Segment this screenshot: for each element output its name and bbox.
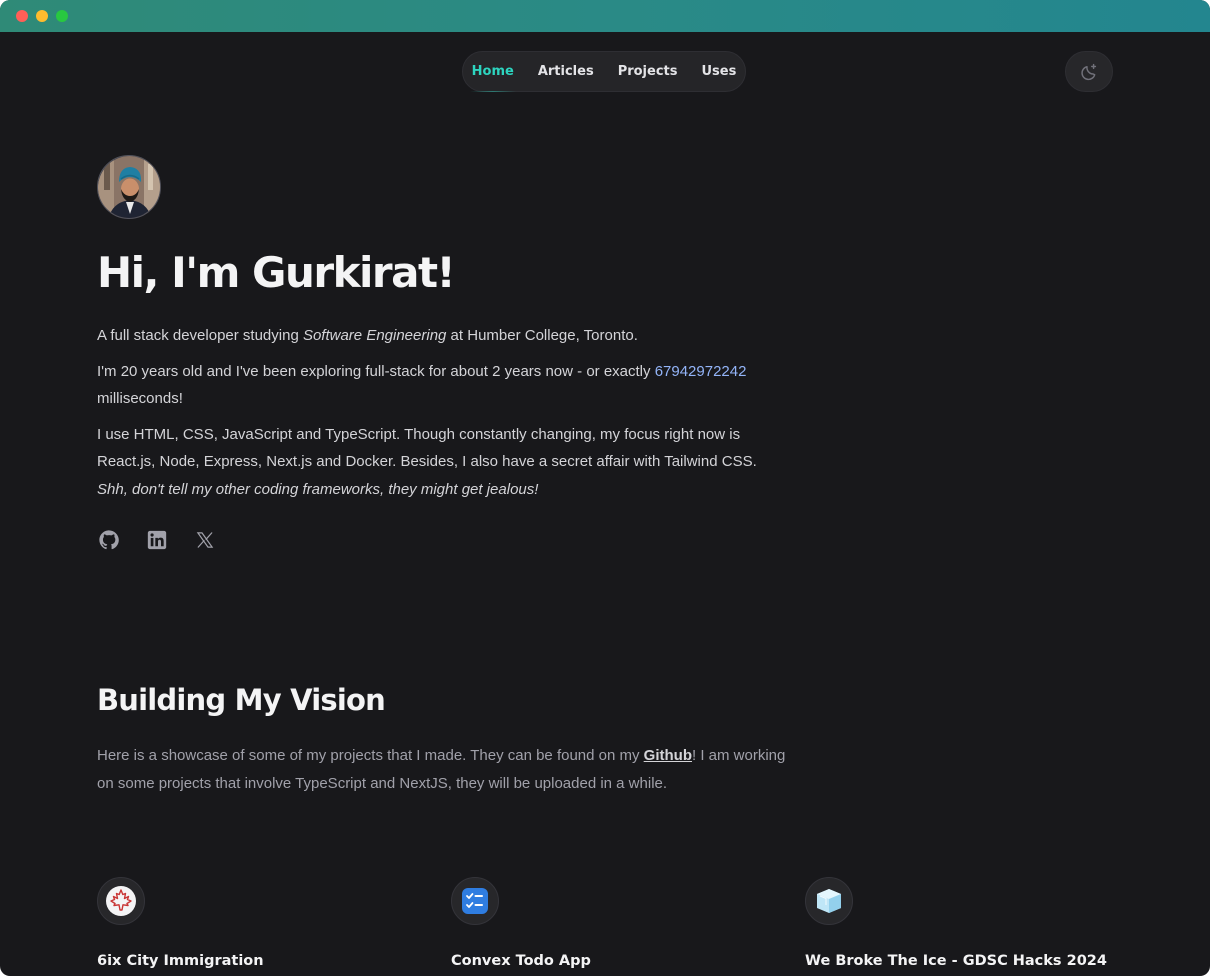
moon-sparkle-icon <box>1081 63 1097 80</box>
age-text: milliseconds! <box>97 390 183 407</box>
nav-item-home[interactable]: Home <box>460 51 526 92</box>
intro-paragraph-3: I use HTML, CSS, JavaScript and TypeScri… <box>97 421 777 504</box>
age-text: I'm 20 years old and I've been exploring… <box>97 362 655 380</box>
nav-item-articles[interactable]: Articles <box>526 51 606 92</box>
maximize-window-button[interactable] <box>56 10 68 22</box>
todo-list-icon <box>462 888 488 914</box>
milliseconds-counter: 67942972242 <box>654 362 747 380</box>
social-links <box>97 528 216 551</box>
close-window-button[interactable] <box>16 10 28 22</box>
intro-text: A full stack developer studying <box>97 327 303 344</box>
avatar <box>97 155 161 219</box>
skills-text: I use HTML, CSS, JavaScript and TypeScri… <box>97 425 757 471</box>
github-link[interactable] <box>97 528 120 551</box>
intro-emphasis: Software Engineering <box>302 327 447 344</box>
x-link[interactable] <box>193 528 216 551</box>
project-card[interactable]: We Broke The Ice - GDSC Hacks 2024 <box>805 877 1107 969</box>
project-logo <box>451 877 499 925</box>
minimize-window-button[interactable] <box>36 10 48 22</box>
intro-text: at Humber College, Toronto. <box>446 327 638 344</box>
intro-paragraph-2: I'm 20 years old and I've been exploring… <box>97 358 777 413</box>
project-name: Convex Todo App <box>451 953 591 969</box>
github-text-link[interactable]: Github <box>644 747 692 764</box>
github-icon <box>98 529 119 549</box>
x-icon <box>196 531 213 548</box>
browser-window: Home Articles Projects Uses Hi, I'm Gurk… <box>0 0 1210 976</box>
page-title: Hi, I'm Gurkirat! <box>97 248 456 297</box>
linkedin-icon <box>147 530 166 549</box>
nav-item-uses[interactable]: Uses <box>690 51 749 92</box>
projects-section-description: Here is a showcase of some of my project… <box>97 742 787 798</box>
project-card[interactable]: Convex Todo App <box>451 877 591 969</box>
maple-leaf-icon <box>106 886 136 916</box>
hero-intro: A full stack developer studying Software… <box>97 322 777 511</box>
profile-photo <box>98 156 160 218</box>
projects-section-title: Building My Vision <box>97 683 386 717</box>
ice-cube-icon <box>817 889 841 913</box>
linkedin-link[interactable] <box>145 528 168 551</box>
project-logo <box>805 877 853 925</box>
intro-paragraph-1: A full stack developer studying Software… <box>97 322 777 350</box>
description-text: Here is a showcase of some of my project… <box>97 747 644 764</box>
nav-item-projects[interactable]: Projects <box>606 51 690 92</box>
project-name: We Broke The Ice - GDSC Hacks 2024 <box>805 953 1107 969</box>
main-navigation: Home Articles Projects Uses <box>462 51 746 92</box>
project-logo <box>97 877 145 925</box>
theme-toggle-button[interactable] <box>1065 51 1113 92</box>
window-titlebar <box>0 0 1210 32</box>
project-name: 6ix City Immigration <box>97 953 264 969</box>
skills-joke: Shh, don't tell my other coding framewor… <box>97 480 539 498</box>
project-card[interactable]: 6ix City Immigration <box>97 877 264 969</box>
